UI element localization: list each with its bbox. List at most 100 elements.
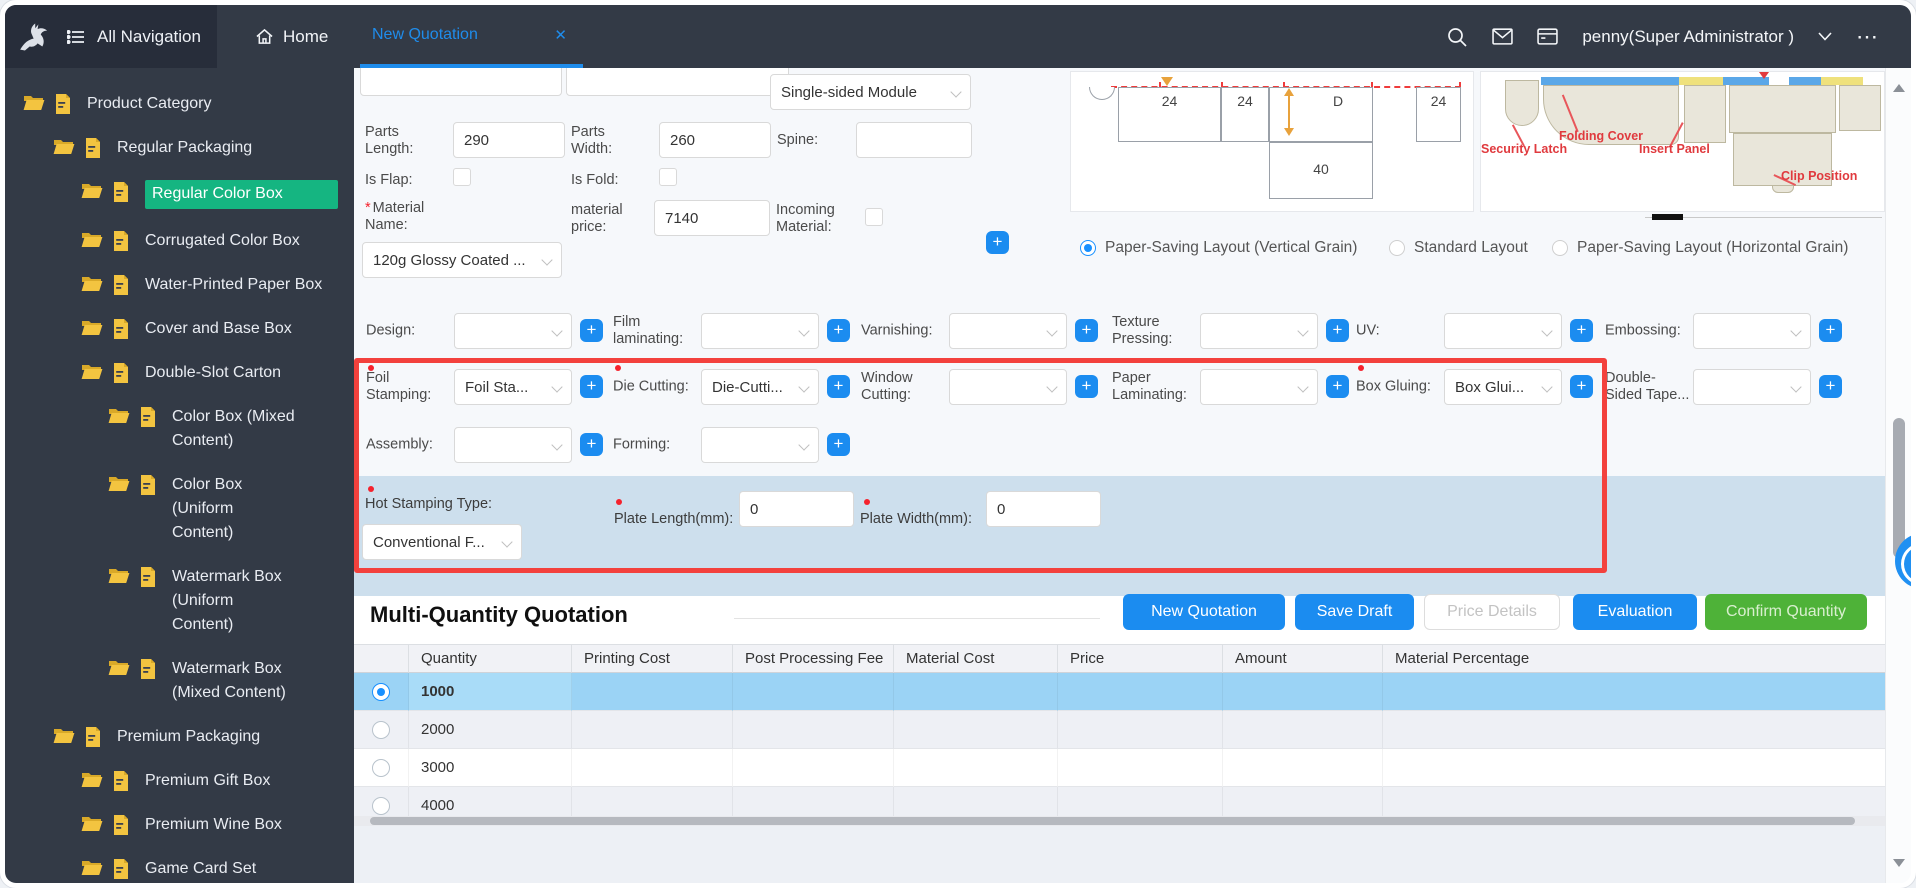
workbench-panel-icon[interactable] bbox=[1537, 28, 1559, 45]
add-process-button[interactable]: + bbox=[827, 433, 850, 456]
horizontal-scrollbar bbox=[354, 816, 1885, 826]
add-process-button[interactable]: + bbox=[1570, 375, 1593, 398]
process-select[interactable] bbox=[1200, 369, 1318, 405]
add-process-button[interactable]: + bbox=[1570, 319, 1593, 342]
process-select[interactable] bbox=[701, 313, 819, 349]
add-process-button[interactable]: + bbox=[827, 319, 850, 342]
price-cell bbox=[1058, 711, 1223, 749]
tree-item[interactable]: Cover and Base Box bbox=[5, 307, 354, 351]
table-row[interactable]: 3000 bbox=[354, 749, 1885, 787]
row-radio[interactable] bbox=[372, 796, 390, 815]
row-radio[interactable] bbox=[372, 720, 390, 739]
process-select[interactable] bbox=[701, 427, 819, 463]
process-select[interactable]: Foil Sta... bbox=[454, 369, 572, 405]
module-type-select[interactable]: Single-sided Module bbox=[770, 74, 971, 110]
layout-option-horizontal[interactable]: Paper-Saving Layout (Horizontal Grain) bbox=[1552, 236, 1848, 260]
row-radio[interactable] bbox=[372, 758, 390, 777]
add-process-button[interactable]: + bbox=[1326, 375, 1349, 398]
tree-item[interactable]: Premium Gift Box bbox=[5, 759, 354, 803]
tree-item-label: Color Box (Uniform Content) bbox=[172, 476, 243, 541]
material-price-input[interactable] bbox=[654, 200, 770, 236]
radio-icon[interactable] bbox=[1389, 240, 1405, 256]
layout-option-vertical[interactable]: Paper-Saving Layout (Vertical Grain) bbox=[1080, 236, 1357, 260]
table-row[interactable]: 1000 bbox=[354, 673, 1885, 711]
process-select[interactable] bbox=[1444, 313, 1562, 349]
quotation-button[interactable]: Evaluation bbox=[1573, 594, 1697, 630]
security-latch-label: Security Latch bbox=[1481, 142, 1568, 156]
row-radio[interactable] bbox=[372, 682, 390, 701]
tree-item[interactable]: Color Box (Mixed Content) bbox=[5, 395, 354, 463]
incoming-material-checkbox[interactable] bbox=[865, 208, 883, 226]
tree-item[interactable]: Product Category bbox=[5, 82, 354, 126]
process-select[interactable] bbox=[949, 313, 1067, 349]
table-row[interactable]: 4000 bbox=[354, 787, 1885, 816]
scroll-up-arrow[interactable] bbox=[1893, 78, 1905, 92]
radio-icon[interactable] bbox=[1080, 240, 1096, 256]
add-process-button[interactable]: + bbox=[580, 319, 603, 342]
tree-item[interactable]: Regular Color Box bbox=[5, 170, 354, 219]
parts-width-input[interactable] bbox=[659, 122, 771, 158]
process-label: Paper Laminating: bbox=[1112, 370, 1187, 403]
plate-width-input[interactable] bbox=[986, 491, 1101, 527]
spine-input[interactable] bbox=[856, 122, 972, 158]
tree-item[interactable]: Corrugated Color Box bbox=[5, 219, 354, 263]
process-select[interactable] bbox=[1693, 369, 1811, 405]
is-flap-checkbox[interactable] bbox=[453, 168, 471, 186]
process-select[interactable] bbox=[454, 427, 572, 463]
truncated-input-1[interactable] bbox=[360, 68, 562, 96]
parts-length-input[interactable] bbox=[453, 122, 565, 158]
add-process-button[interactable]: + bbox=[1075, 375, 1098, 398]
scroll-down-arrow[interactable] bbox=[1893, 859, 1905, 873]
tab-close-icon[interactable]: ✕ bbox=[554, 26, 567, 44]
is-fold-checkbox[interactable] bbox=[659, 168, 677, 186]
plate-length-input[interactable] bbox=[739, 491, 854, 527]
quotation-button[interactable]: New Quotation bbox=[1123, 594, 1285, 630]
tree-item[interactable]: Regular Packaging bbox=[5, 126, 354, 170]
tree-item[interactable]: Premium Packaging bbox=[5, 715, 354, 759]
material-name-select[interactable]: 120g Glossy Coated ... bbox=[362, 242, 562, 278]
add-process-button[interactable]: + bbox=[1326, 319, 1349, 342]
quotation-button[interactable]: Confirm Quantity bbox=[1705, 594, 1867, 630]
add-material-button[interactable]: + bbox=[986, 231, 1009, 254]
process-select[interactable]: Die-Cutti... bbox=[701, 369, 819, 405]
add-process-button[interactable]: + bbox=[1819, 375, 1842, 398]
add-process-button[interactable]: + bbox=[1075, 319, 1098, 342]
truncated-input-2[interactable] bbox=[566, 68, 789, 96]
hot-stamping-type-select[interactable]: Conventional F... bbox=[362, 524, 522, 560]
table-header-cell: Price bbox=[1058, 645, 1223, 673]
tree-item[interactable]: Color Box (Uniform Content) bbox=[5, 463, 354, 555]
process-select[interactable]: Box Glui... bbox=[1444, 369, 1562, 405]
quotation-button[interactable]: Save Draft bbox=[1295, 594, 1414, 630]
more-ellipsis-icon[interactable]: ⋯ bbox=[1856, 24, 1879, 50]
horizontal-scrollbar-thumb[interactable] bbox=[370, 817, 1855, 825]
add-process-button[interactable]: + bbox=[580, 433, 603, 456]
mail-icon[interactable] bbox=[1492, 28, 1514, 45]
process-select[interactable] bbox=[949, 369, 1067, 405]
chevron-down-icon[interactable] bbox=[1818, 32, 1832, 41]
vertical-scrollbar-thumb[interactable] bbox=[1893, 418, 1905, 558]
search-icon[interactable] bbox=[1446, 26, 1468, 48]
add-process-button[interactable]: + bbox=[827, 375, 850, 398]
add-process-button[interactable]: + bbox=[580, 375, 603, 398]
layout-option-standard[interactable]: Standard Layout bbox=[1389, 236, 1528, 260]
glue-strip-yellow bbox=[1821, 77, 1863, 85]
tree-item[interactable]: Water-Printed Paper Box bbox=[5, 263, 354, 307]
home-nav[interactable]: Home bbox=[255, 5, 328, 68]
tree-item[interactable]: Game Card Set bbox=[5, 847, 354, 883]
tree-item-label: Water-Printed Paper Box bbox=[145, 276, 323, 293]
user-name[interactable]: penny(Super Administrator ) bbox=[1582, 27, 1794, 47]
tree-item[interactable]: Double-Slot Carton bbox=[5, 351, 354, 395]
add-process-button[interactable]: + bbox=[1819, 319, 1842, 342]
tab-new-quotation[interactable]: New Quotation ✕ bbox=[360, 5, 583, 68]
quotation-button[interactable]: Price Details bbox=[1424, 594, 1560, 630]
process-select[interactable] bbox=[454, 313, 572, 349]
tree-item[interactable]: Premium Wine Box bbox=[5, 803, 354, 847]
tree-item[interactable]: Watermark Box (Mixed Content) bbox=[5, 647, 354, 715]
process-select[interactable] bbox=[1200, 313, 1318, 349]
brand-area[interactable]: All Navigation bbox=[5, 5, 217, 68]
tree-item[interactable]: Watermark Box (Uniform Content) bbox=[5, 555, 354, 647]
table-row[interactable]: 2000 bbox=[354, 711, 1885, 749]
radio-icon[interactable] bbox=[1552, 240, 1568, 256]
process-select[interactable] bbox=[1693, 313, 1811, 349]
preview-slider-thumb[interactable] bbox=[1652, 214, 1683, 220]
